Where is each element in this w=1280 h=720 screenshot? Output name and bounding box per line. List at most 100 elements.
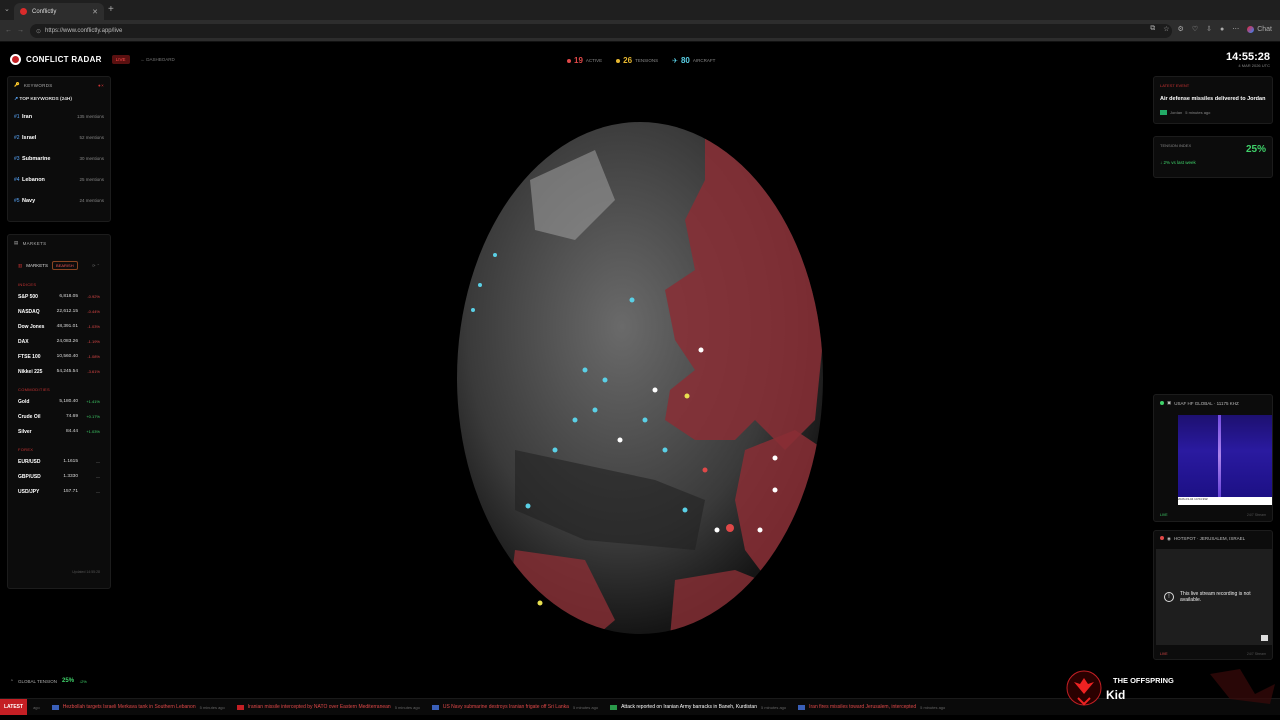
latest-event-card[interactable]: LATEST EVENT Air defense missiles delive… <box>1153 76 1273 124</box>
now-playing[interactable]: THE OFFSPRING Kid <box>1060 664 1275 714</box>
keywords-panel: 🔑 KEYWORDS ●× ↗ TOP KEYWORDS (24H) #1 Ira… <box>7 76 111 222</box>
back-icon[interactable]: ← <box>5 27 12 34</box>
refresh-icon[interactable]: ⟳ ⌃ <box>92 263 100 268</box>
ticker-item[interactable]: Iranian missile intercepted by NATO over… <box>236 704 420 710</box>
close-tab-icon[interactable]: ✕ <box>92 8 98 16</box>
marker-dot[interactable] <box>525 503 531 509</box>
market-row[interactable]: DAX 24,083.26 -1.19% <box>8 334 110 349</box>
tab-list-icon[interactable]: ⌄ <box>4 5 10 13</box>
profile-icon[interactable]: ● <box>1220 26 1224 33</box>
market-symbol: FTSE 100 <box>18 353 41 360</box>
marker-dot[interactable] <box>592 407 598 413</box>
market-row[interactable]: Silver 84.44 +1.03% <box>8 424 110 439</box>
market-change: -1.19% <box>87 339 100 344</box>
downloads-icon[interactable]: ⇩ <box>1206 25 1212 33</box>
video-player[interactable]: ! This live stream recording is not avai… <box>1156 549 1272 645</box>
live-badge: LIVE <box>111 55 130 64</box>
ticker-item[interactable]: Iran fires missiles toward Jerusalem, in… <box>798 704 945 710</box>
market-row[interactable]: GBP/USD 1.3330 — <box>8 469 110 484</box>
sentiment-badge: BEARISH <box>52 261 78 270</box>
copilot-icon <box>1247 25 1255 33</box>
site-info-icon[interactable]: ⊙ <box>36 28 41 35</box>
market-symbol: Gold <box>18 398 30 405</box>
marker-dot[interactable] <box>602 377 608 383</box>
url-field[interactable]: ⊙ https://www.conflictly.app/live <box>30 24 1172 38</box>
install-app-icon[interactable]: ⧉ <box>1150 25 1155 33</box>
chat-button[interactable]: Chat <box>1247 25 1272 33</box>
country-flag-icon <box>610 704 618 710</box>
market-row[interactable]: EUR/USD 1.1615 — <box>8 454 110 469</box>
collapse-icon[interactable]: ●× <box>98 83 104 88</box>
dashboard-link[interactable]: ← DASHBOARD <box>141 57 175 62</box>
ticker-item[interactable]: US Navy submarine destroys Iranian friga… <box>431 704 598 710</box>
globe-map[interactable] <box>455 120 825 643</box>
marker-dot[interactable] <box>572 417 578 423</box>
arabia-region <box>670 570 785 634</box>
market-row[interactable]: Dow Jones 48,391.01 -1.03% <box>8 319 110 334</box>
utc-clock: 14:55:28 4 MAR 2026 UTC <box>1226 51 1270 68</box>
marker-dot[interactable] <box>617 437 623 443</box>
keyword-rank: #5 <box>14 197 20 204</box>
globe-svg[interactable] <box>455 120 825 643</box>
market-row[interactable]: Crude Oil 74.69 +0.17% <box>8 409 110 424</box>
marker-dot[interactable] <box>642 417 648 423</box>
market-symbol: S&P 500 <box>18 293 38 300</box>
radio-stream-card[interactable]: ▣ USAF HF GLOBAL · 11175 KHZ 2026-03-04 … <box>1153 394 1273 522</box>
market-row[interactable]: NASDAQ 22,612.15 -0.44% <box>8 304 110 319</box>
marker-dot[interactable] <box>537 600 543 606</box>
video-message: This live stream recording is not availa… <box>1180 591 1251 603</box>
new-tab-button[interactable]: + <box>108 4 114 15</box>
keyword-row[interactable]: #5 Navy 24 mentions <box>8 190 110 211</box>
latest-place: Jordan <box>1170 110 1183 115</box>
marker-dot[interactable] <box>582 367 588 373</box>
clock-date: 4 MAR 2026 UTC <box>1238 63 1270 68</box>
forward-icon[interactable]: → <box>17 27 24 34</box>
hotspot-status: LIVE <box>1160 652 1168 656</box>
marker-dot[interactable] <box>493 253 497 257</box>
header-stats: 19 ACTIVE 26 TENSIONS ✈ 80 AIRCRAFT <box>567 56 715 65</box>
ticker-headline: Iran fires missiles toward Jerusalem, in… <box>809 704 917 710</box>
youtube-icon[interactable] <box>1261 635 1268 641</box>
stat-label: ACTIVE <box>585 58 603 63</box>
keyword-row[interactable]: #1 Iran 135 mentions <box>8 106 110 127</box>
market-row[interactable]: USD/JPY 157.71 — <box>8 484 110 499</box>
marker-dot[interactable] <box>757 527 763 533</box>
stat-value: 19 <box>574 56 583 65</box>
market-row[interactable]: Nikkei 225 54,245.54 -3.61% <box>8 364 110 379</box>
marker-dot[interactable] <box>714 527 720 533</box>
market-row[interactable]: FTSE 100 10,560.40 -1.08% <box>8 349 110 364</box>
extensions-icon[interactable]: ⚙ <box>1178 25 1184 33</box>
marker-dot[interactable] <box>662 447 668 453</box>
market-row[interactable]: Gold 5,180.40 +1.41% <box>8 394 110 409</box>
marker-dot[interactable] <box>702 467 708 473</box>
marker-dot[interactable] <box>684 393 690 399</box>
market-value: 24,083.26 <box>56 339 78 344</box>
marker-dot[interactable] <box>772 487 778 493</box>
hotspot-card[interactable]: ◉ HOTSPOT · JERUSALEM, ISRAEL ! This liv… <box>1153 530 1273 660</box>
ticker-item[interactable]: Attack reported on Iranian Army barracks… <box>610 704 786 710</box>
marker-dot[interactable] <box>772 455 778 461</box>
keyword-row[interactable]: #2 Israel 52 mentions <box>8 127 110 148</box>
menu-icon[interactable]: ⋯ <box>1232 25 1239 33</box>
market-row[interactable]: S&P 500 6,818.05 -0.92% <box>8 289 110 304</box>
marker-dot[interactable] <box>726 524 734 532</box>
country-flag-icon <box>798 704 806 710</box>
marker-dot[interactable] <box>682 507 688 513</box>
marker-dot[interactable] <box>698 347 704 353</box>
browser-tab[interactable]: Conflictly ✕ <box>14 3 104 20</box>
market-value: 74.69 <box>65 414 78 419</box>
keyword-row[interactable]: #3 Submarine 30 mentions <box>8 148 110 169</box>
radar-logo-icon <box>10 54 21 65</box>
marker-dot[interactable] <box>552 447 558 453</box>
marker-dot[interactable] <box>478 283 482 287</box>
bookmark-star-icon[interactable]: ☆ <box>1163 25 1169 33</box>
stat-label: TENSIONS <box>635 58 659 63</box>
marker-dot[interactable] <box>471 308 475 312</box>
marker-dot[interactable] <box>652 387 658 393</box>
ticker-headline: Hezbollah targets Israeli Merkava tank i… <box>62 704 196 710</box>
favorites-icon[interactable]: ♡ <box>1192 25 1198 33</box>
ticker-item[interactable]: Hezbollah targets Israeli Merkava tank i… <box>51 704 225 710</box>
marker-dot[interactable] <box>629 297 635 303</box>
keyword-row[interactable]: #4 Lebanon 25 mentions <box>8 169 110 190</box>
market-change: +1.41% <box>86 399 100 404</box>
